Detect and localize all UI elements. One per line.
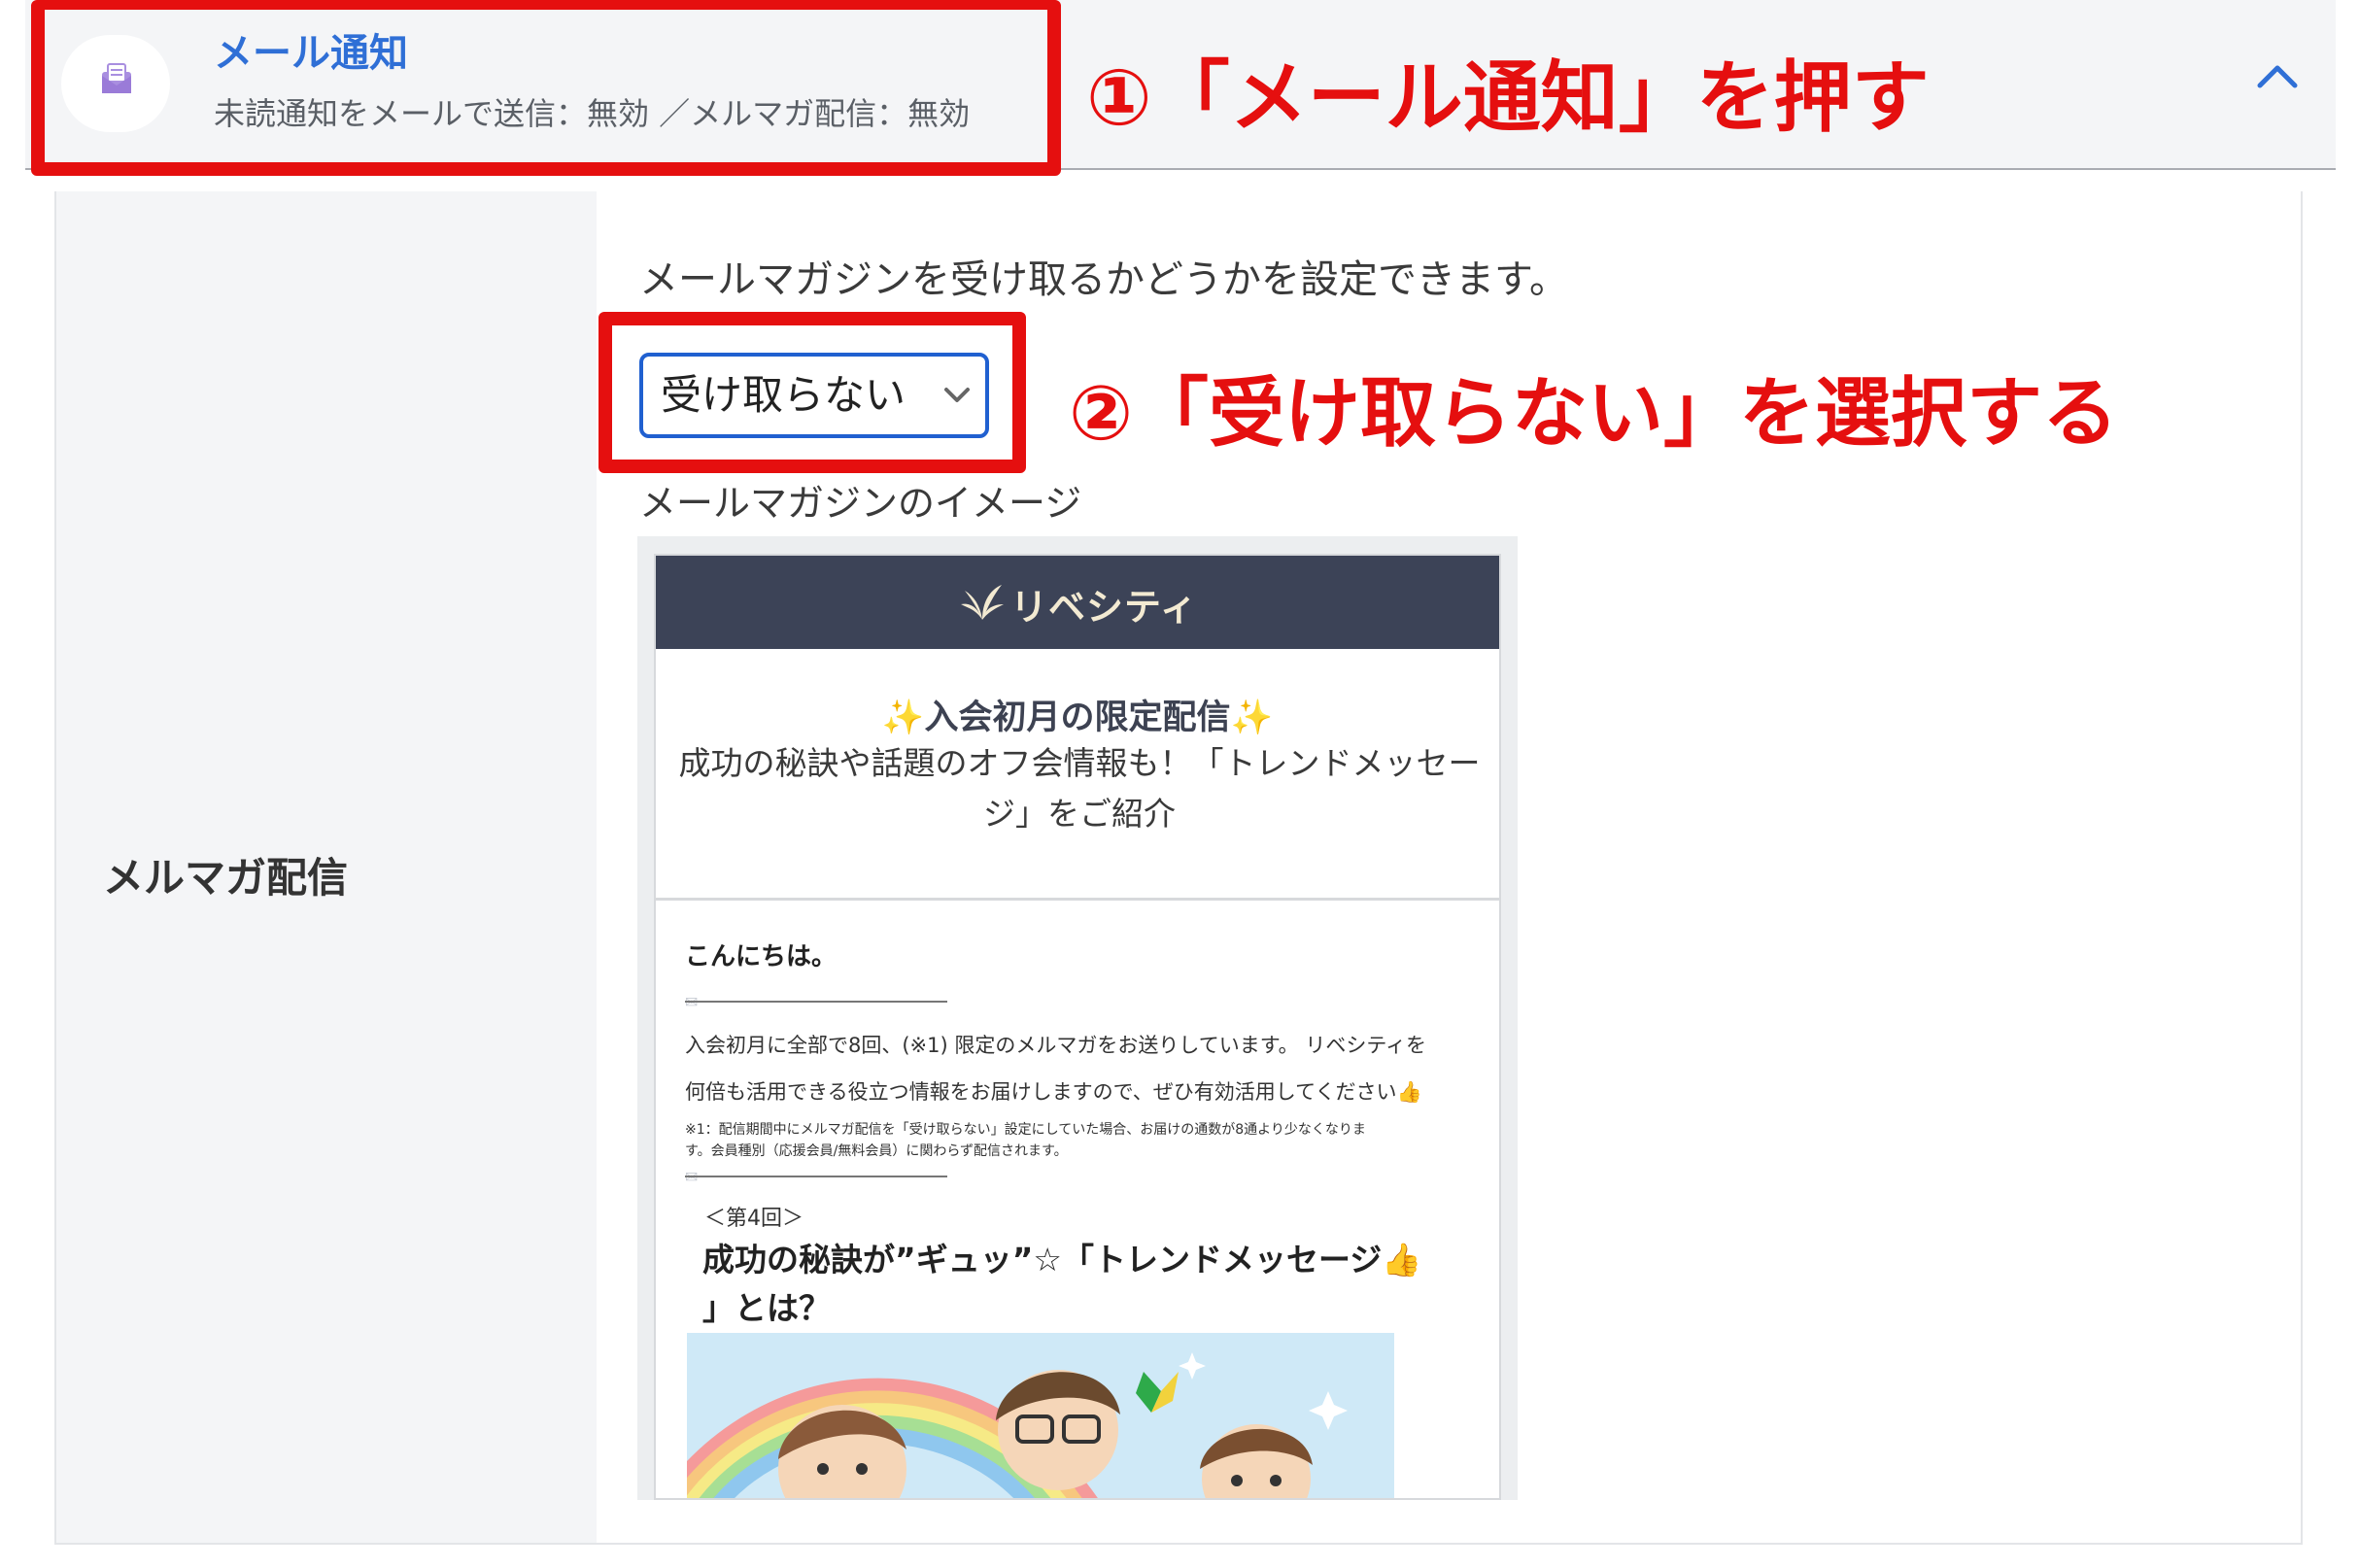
image-caption: メールマガジンのイメージ	[639, 482, 1082, 525]
email-body-line: 入会初月に全部で8回、(※1) 限定のメルマガをお送りしています。 リベシティを	[685, 1034, 1427, 1057]
email-divider	[656, 898, 1499, 901]
annotation-step1: ①「メール通知」を押す	[1086, 52, 1930, 143]
newsletter-description: メールマガジンを受け取るかどうかを設定できます。	[639, 257, 1568, 302]
newsletter-preview-image: リベシティ ✨入会初月の限定配信✨ 成功の秘訣や話題のオフ会情報も！「トレンドメ…	[637, 536, 1518, 1500]
email-logo-text: リベシティ	[1010, 586, 1198, 629]
email-issue-number: ＜第4回＞	[704, 1207, 803, 1231]
leaf-logo-icon	[961, 585, 1004, 620]
annotation-box-step2	[598, 312, 1026, 473]
separator-line	[685, 1001, 947, 1003]
email-note-line: ※1：配信期間中にメルマガ配信を「受け取らない」設定にしていた場合、お届けの通数…	[685, 1122, 1366, 1138]
illustration-image	[687, 1333, 1394, 1498]
annotation-step2: ②「受け取らない」を選択する	[1069, 370, 2119, 458]
annotation-box-step1	[31, 0, 1061, 176]
row-label-cell: メルマガ配信	[56, 191, 597, 1543]
email-greeting: こんにちは。	[685, 942, 838, 971]
email-article-title-line: 」とは？	[702, 1289, 831, 1327]
email-header: リベシティ	[656, 556, 1499, 649]
email-preview: リベシティ ✨入会初月の限定配信✨ 成功の秘訣や話題のオフ会情報も！「トレンドメ…	[654, 554, 1501, 1500]
newsletter-label: メルマガ配信	[103, 854, 349, 902]
email-subtitle: 成功の秘訣や話題のオフ会情報も！「トレンドメッセージ」をご紹介	[678, 744, 1481, 833]
email-body-line: 何倍も活用できる役立つ情報をお届けしますので、ぜひ有効活用してください👍	[685, 1080, 1422, 1104]
email-headline: ✨入会初月の限定配信✨	[881, 699, 1274, 737]
email-note-line: す。会員種別（応援会員/無料会員）に関わらず配信されます。	[685, 1143, 1068, 1159]
chevron-up-icon[interactable]	[2256, 60, 2299, 89]
email-article-title-line: 成功の秘訣が”ギュッ”☆「トレンドメッセージ👍	[702, 1241, 1422, 1278]
separator-line	[685, 1176, 947, 1177]
email-article-title: 成功の秘訣が”ギュッ”☆「トレンドメッセージ👍 」とは？	[702, 1236, 1421, 1333]
